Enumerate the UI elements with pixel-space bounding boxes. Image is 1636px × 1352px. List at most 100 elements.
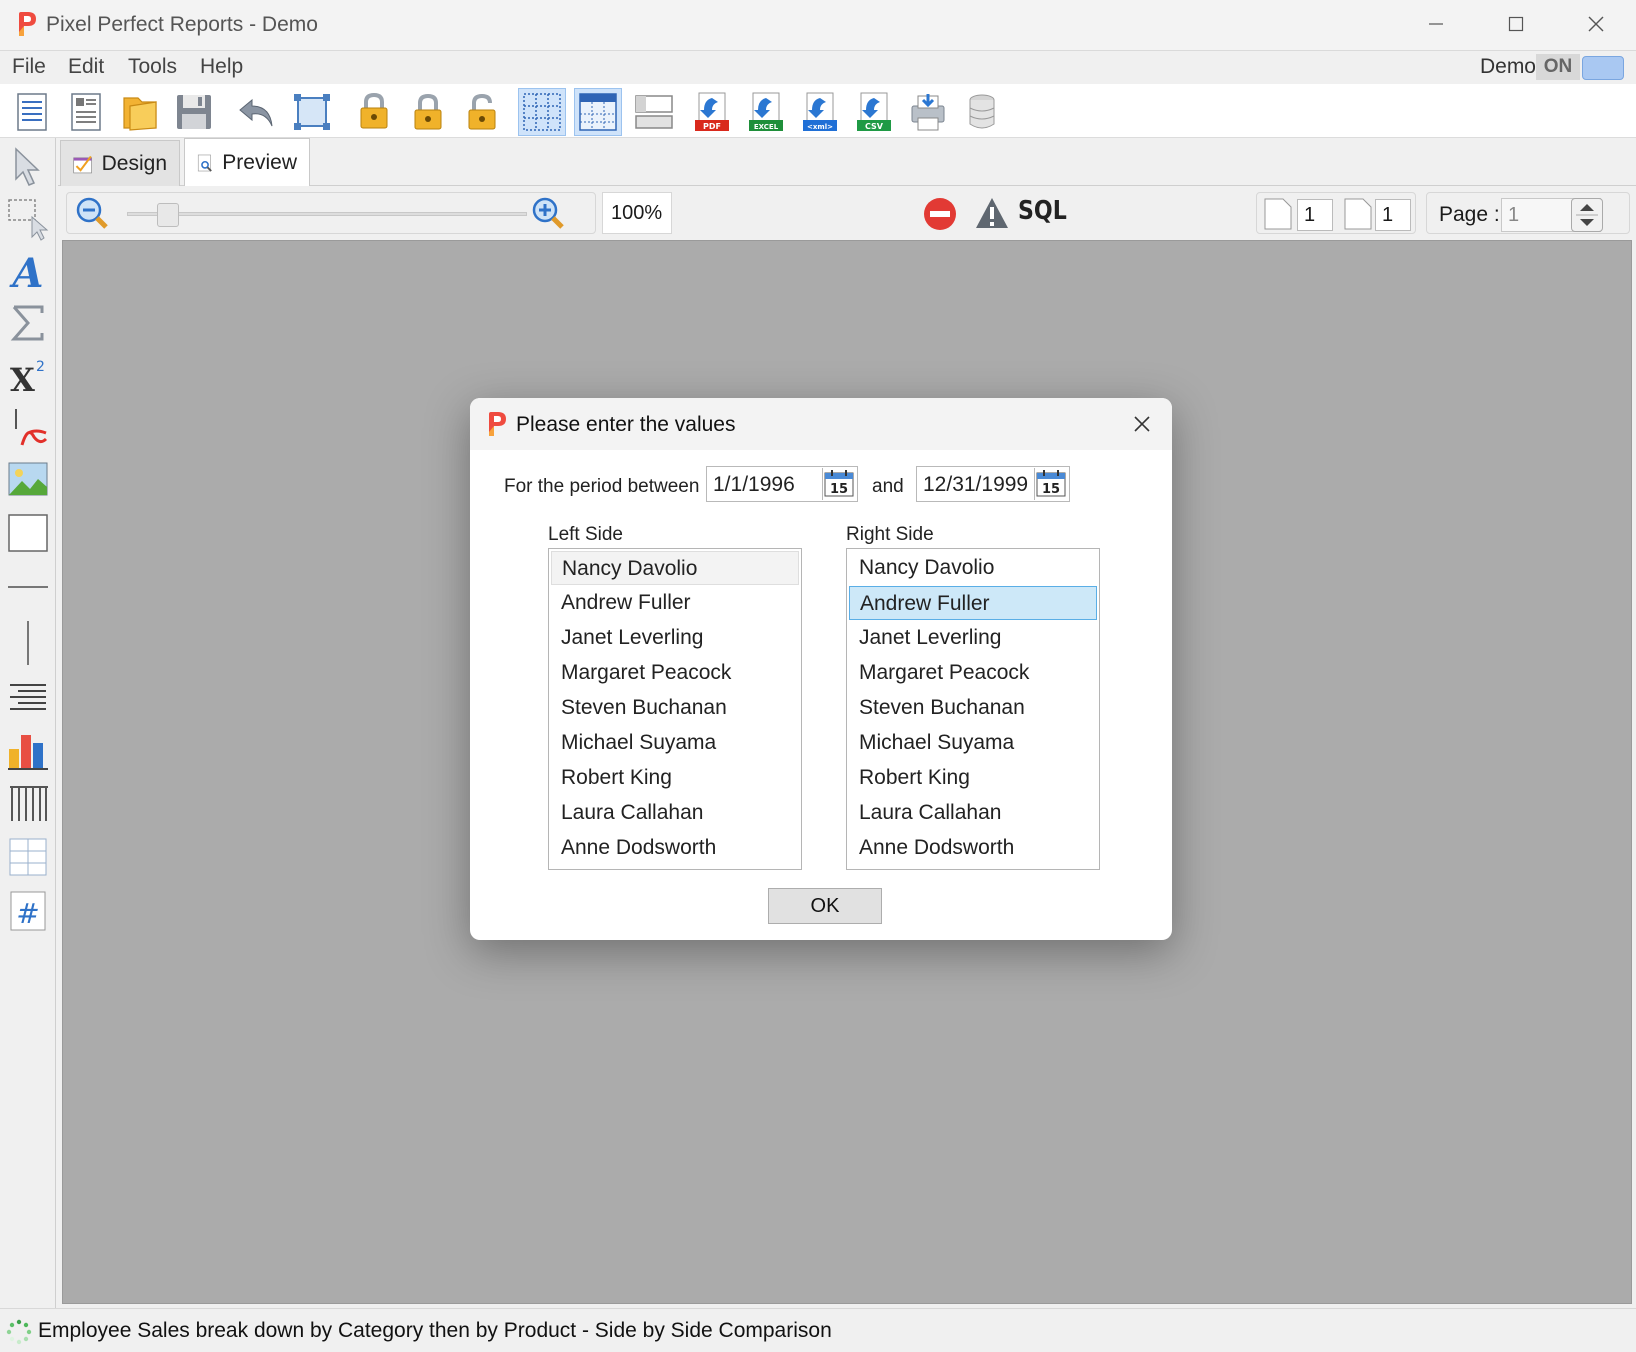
pointer-tool[interactable] (4, 142, 52, 192)
zoom-slider-thumb[interactable] (157, 203, 179, 227)
parameter-dialog: Please enter the values For the period b… (470, 398, 1172, 940)
status-bar: Employee Sales break down by Category th… (0, 1308, 1636, 1352)
ok-button[interactable]: OK (768, 888, 882, 924)
menu-tools[interactable]: Tools (128, 55, 177, 79)
maximize-button[interactable] (1496, 8, 1536, 40)
list-item[interactable]: Laura Callahan (551, 796, 799, 830)
zoom-in-icon[interactable] (529, 195, 567, 233)
end-date-calendar-button[interactable]: 15 (1034, 468, 1068, 500)
list-item[interactable]: Janet Leverling (551, 621, 799, 655)
close-icon (1588, 16, 1604, 32)
list-item[interactable]: Andrew Fuller (551, 586, 799, 620)
tab-preview-label: Preview (222, 150, 297, 174)
list-item[interactable]: Steven Buchanan (551, 691, 799, 725)
vertical-line-tool[interactable] (4, 618, 52, 668)
menu-file[interactable]: File (12, 55, 46, 79)
design-icon (73, 155, 92, 173)
sum-tool[interactable] (4, 298, 52, 348)
save-button[interactable] (170, 88, 218, 136)
app-window: Pixel Perfect Reports - Demo File Edit T… (0, 0, 1636, 1352)
list-item[interactable]: Margaret Peacock (551, 656, 799, 690)
grid-toggle-button[interactable] (518, 88, 566, 136)
sql-button[interactable]: SQL (1018, 196, 1067, 226)
menu-edit[interactable]: Edit (68, 55, 104, 79)
page-spinner[interactable] (1571, 198, 1603, 232)
export-excel-button[interactable]: EXCEL (742, 88, 790, 136)
page-range-control: 1 1 (1256, 192, 1416, 234)
undo-button[interactable] (232, 88, 280, 136)
svg-text:<xml>: <xml> (807, 123, 833, 131)
unlock-button[interactable] (458, 88, 506, 136)
export-pdf-icon: PDF (695, 92, 729, 131)
formula-tool[interactable]: X2 (4, 350, 52, 400)
print-button[interactable] (904, 88, 952, 136)
band-layout-button[interactable] (630, 88, 678, 136)
right-side-list[interactable]: Nancy Davolio Andrew Fuller Janet Leverl… (846, 548, 1100, 870)
database-button[interactable] (958, 88, 1006, 136)
view-tabs: Design Preview (58, 138, 1636, 186)
start-date-calendar-button[interactable]: 15 (822, 468, 856, 500)
minimize-button[interactable] (1416, 8, 1456, 40)
list-item[interactable]: Andrew Fuller (849, 586, 1097, 620)
grid-table-tool[interactable] (4, 832, 52, 882)
list-item[interactable]: Anne Dodsworth (551, 831, 799, 865)
window-title: Pixel Perfect Reports - Demo (46, 13, 318, 36)
list-item[interactable]: Robert King (551, 761, 799, 795)
page-to-input[interactable]: 1 (1375, 199, 1411, 231)
new-report-button[interactable] (8, 88, 56, 136)
horizontal-line-tool[interactable] (4, 562, 52, 612)
left-side-list[interactable]: Nancy Davolio Andrew Fuller Janet Leverl… (548, 548, 802, 870)
marquee-select-icon (8, 199, 49, 241)
select-all-button[interactable] (288, 88, 336, 136)
vertical-line-icon (27, 621, 29, 665)
list-item[interactable]: Steven Buchanan (849, 691, 1097, 725)
calendar-icon: 15 (824, 470, 854, 497)
report-properties-button[interactable] (62, 88, 110, 136)
list-item[interactable]: Robert King (849, 761, 1097, 795)
chart-tool[interactable] (4, 724, 52, 774)
list-item[interactable]: Nancy Davolio (849, 551, 1097, 585)
demo-toggle[interactable]: ON (1536, 54, 1626, 80)
export-csv-button[interactable]: CSV (850, 88, 898, 136)
pdf-field-tool[interactable] (4, 402, 52, 452)
list-item[interactable]: Michael Suyama (849, 726, 1097, 760)
tab-preview[interactable]: Preview (184, 138, 310, 186)
zoom-out-icon[interactable] (73, 195, 111, 233)
zoom-value[interactable]: 100% (602, 192, 672, 234)
list-item[interactable]: Janet Leverling (849, 621, 1097, 655)
zoom-slider-track[interactable] (127, 212, 527, 216)
warning-icon[interactable] (974, 196, 1010, 230)
end-date-field[interactable]: 12/31/1999 15 (916, 466, 1070, 502)
list-item[interactable]: Michael Suyama (551, 726, 799, 760)
rectangle-icon (8, 514, 48, 552)
tool-palette: A X2 # (0, 138, 56, 1308)
start-date-field[interactable]: 1/1/1996 15 (706, 466, 858, 502)
svg-text:15: 15 (1042, 482, 1060, 497)
lock-button[interactable] (404, 88, 452, 136)
export-pdf-button[interactable]: PDF (688, 88, 736, 136)
table-tool[interactable] (4, 778, 52, 828)
close-button[interactable] (1576, 8, 1616, 40)
tab-design[interactable]: Design (60, 140, 180, 186)
rectangle-tool[interactable] (4, 508, 52, 558)
dialog-close-button[interactable] (1126, 408, 1158, 440)
snap-grid-button[interactable] (574, 88, 622, 136)
lock-position-button[interactable] (350, 88, 398, 136)
menu-help[interactable]: Help (200, 55, 243, 79)
list-item[interactable]: Margaret Peacock (849, 656, 1097, 690)
list-item[interactable]: Nancy Davolio (551, 551, 799, 585)
export-xml-button[interactable]: <xml> (796, 88, 844, 136)
pointer-icon (15, 147, 40, 186)
list-item[interactable]: Anne Dodsworth (849, 831, 1097, 865)
paragraph-tool[interactable] (4, 672, 52, 722)
marquee-select-tool[interactable] (4, 194, 52, 244)
text-tool[interactable]: A (4, 246, 52, 296)
tab-design-label: Design (101, 151, 167, 175)
open-button[interactable] (116, 88, 164, 136)
stop-icon[interactable] (922, 196, 958, 232)
image-tool[interactable] (4, 454, 52, 504)
page-from-input[interactable]: 1 (1297, 199, 1333, 231)
page-number-tool[interactable]: # (4, 886, 52, 936)
new-report-icon (17, 93, 47, 131)
list-item[interactable]: Laura Callahan (849, 796, 1097, 830)
